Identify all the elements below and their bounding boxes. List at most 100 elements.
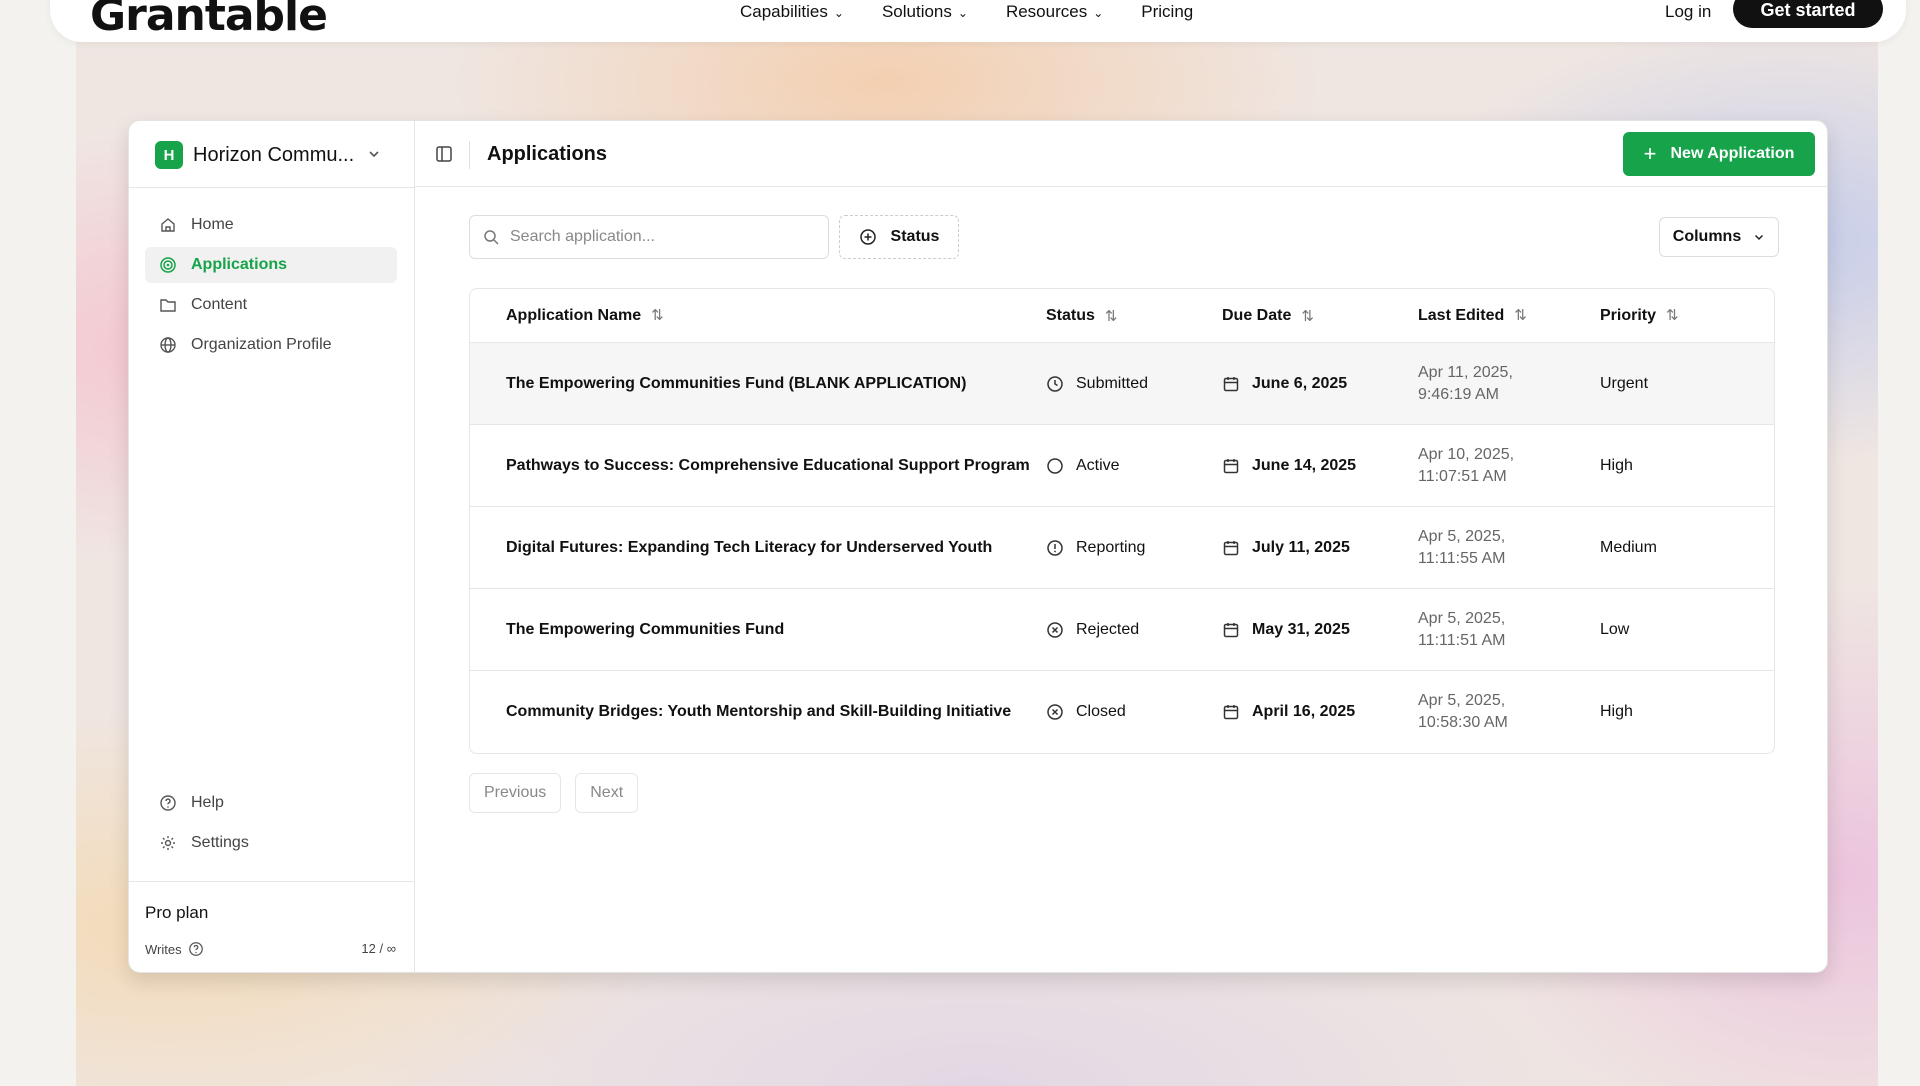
last-edited-cell: Apr 5, 2025, 10:58:30 AM xyxy=(1418,692,1508,731)
page-title: Applications xyxy=(487,143,608,165)
plus-icon: + xyxy=(1643,141,1657,166)
circle-icon xyxy=(1047,457,1063,474)
column-header-due-date[interactable]: Due Date ⇅ xyxy=(1222,307,1418,325)
table-header: Application Name ⇅ Status ⇅ Due Date ⇅ Last… xyxy=(470,289,1774,343)
chevron-down-icon: ⌄ xyxy=(1093,6,1104,20)
status-cell: Submitted xyxy=(1046,375,1222,393)
priority-cell: High xyxy=(1600,703,1633,720)
pagination: Previous Next xyxy=(469,773,639,813)
sidebar-nav: Home Applications Content Organization P… xyxy=(145,207,397,367)
table-row[interactable]: Pathways to Success: Comprehensive Educa… xyxy=(470,425,1774,507)
sidebar: H Horizon Commu... Home Applications Con… xyxy=(129,121,415,972)
plan-title: Pro plan xyxy=(145,903,209,922)
priority-cell: Low xyxy=(1600,620,1630,638)
applications-table: Application Name ⇅ Status ⇅ Due Date ⇅ Last… xyxy=(469,288,1775,754)
sidebar-item-organization-profile[interactable]: Organization Profile xyxy=(145,327,397,363)
login-link[interactable]: Log in xyxy=(1665,2,1711,22)
priority-cell: Medium xyxy=(1600,538,1657,556)
app-window: H Horizon Commu... Home Applications Con… xyxy=(128,120,1828,973)
sidebar-item-content[interactable]: Content xyxy=(145,287,397,323)
clock-icon xyxy=(1047,375,1063,392)
folder-icon xyxy=(160,299,176,312)
application-name[interactable]: Pathways to Success: Comprehensive Educa… xyxy=(470,457,1046,475)
sidebar-toggle-icon[interactable] xyxy=(435,145,453,168)
brand-logo[interactable]: Grantable xyxy=(90,0,328,41)
divider xyxy=(129,187,415,188)
last-edited-cell: Apr 11, 2025, 9:46:19 AM xyxy=(1418,363,1513,403)
sidebar-item-label: Home xyxy=(191,216,234,233)
calendar-icon xyxy=(1223,376,1239,391)
application-name[interactable]: The Empowering Communities Fund (BLANK A… xyxy=(470,375,1046,393)
sidebar-bottom-nav: Help Settings xyxy=(145,785,397,865)
chevron-down-icon xyxy=(1755,234,1764,241)
last-edited-cell: Apr 5, 2025, 11:11:55 AM xyxy=(1418,527,1506,567)
search-box xyxy=(469,215,829,259)
calendar-icon xyxy=(1223,458,1239,473)
site-header: Grantable Capabilities ⌄ Solutions ⌄ Resou… xyxy=(50,0,1906,42)
main-content: Applications + New Application Status Co… xyxy=(415,121,1827,972)
nav-solutions[interactable]: Solutions ⌄ xyxy=(882,2,968,22)
column-header-last-edited[interactable]: Last Edited ⇅ xyxy=(1418,305,1600,327)
table-row[interactable]: The Empowering Communities Fund Rejected… xyxy=(470,589,1774,671)
target-icon xyxy=(160,257,176,273)
sidebar-item-settings[interactable]: Settings xyxy=(145,825,397,861)
column-header-name[interactable]: Application Name ⇅ xyxy=(470,306,1046,325)
previous-button[interactable]: Previous xyxy=(469,773,562,813)
calendar-icon xyxy=(1223,622,1239,637)
chevron-down-icon: ⌄ xyxy=(833,6,844,20)
search-input[interactable] xyxy=(510,228,810,246)
status-cell: Closed xyxy=(1046,703,1222,721)
nav-pricing[interactable]: Pricing xyxy=(1141,2,1193,22)
table-row[interactable]: Digital Futures: Expanding Tech Literacy… xyxy=(470,507,1774,589)
column-header-priority[interactable]: Priority ⇅ xyxy=(1600,306,1740,325)
due-date-cell: June 6, 2025 xyxy=(1222,375,1418,393)
priority-cell: High xyxy=(1600,456,1633,474)
sort-icon[interactable]: ⇅ xyxy=(1105,307,1118,325)
help-icon xyxy=(160,795,176,811)
org-switcher[interactable]: H Horizon Commu... xyxy=(155,141,354,169)
sidebar-item-label: Content xyxy=(191,296,248,313)
table-row[interactable]: The Empowering Communities Fund (BLANK A… xyxy=(470,343,1774,425)
sidebar-item-label: Settings xyxy=(191,834,249,851)
info-icon xyxy=(1047,539,1063,556)
sort-icon[interactable]: ⇅ xyxy=(1666,307,1679,324)
columns-button[interactable]: Columns xyxy=(1659,217,1779,257)
nav-capabilities[interactable]: Capabilities ⌄ xyxy=(740,2,844,22)
table-row[interactable]: Community Bridges: Youth Mentorship and … xyxy=(470,671,1774,753)
column-header-status[interactable]: Status ⇅ xyxy=(1046,307,1222,325)
nav-resources[interactable]: Resources ⌄ xyxy=(1006,2,1103,22)
org-name: Horizon Commu... xyxy=(193,143,355,166)
sort-icon[interactable]: ⇅ xyxy=(1514,307,1527,324)
next-button[interactable]: Next xyxy=(575,773,639,813)
sidebar-item-label: Applications xyxy=(191,256,288,273)
help-icon[interactable] xyxy=(188,941,204,957)
divider xyxy=(469,141,470,169)
priority-cell: Urgent xyxy=(1600,374,1649,392)
globe-icon xyxy=(160,337,176,353)
application-name[interactable]: Community Bridges: Youth Mentorship and … xyxy=(470,703,1046,721)
last-edited-cell: Apr 5, 2025, 11:11:51 AM xyxy=(1418,609,1506,649)
plus-circle-icon xyxy=(859,229,876,245)
sidebar-item-applications[interactable]: Applications xyxy=(145,247,397,283)
calendar-icon xyxy=(1223,540,1239,555)
sort-icon[interactable]: ⇅ xyxy=(651,307,664,324)
sidebar-item-home[interactable]: Home xyxy=(145,207,397,243)
gear-icon xyxy=(161,836,175,850)
status-cell: Rejected xyxy=(1046,621,1222,639)
application-name[interactable]: Digital Futures: Expanding Tech Literacy… xyxy=(470,539,1046,557)
site-nav: Capabilities ⌄ Solutions ⌄ Resources ⌄ Pric… xyxy=(740,2,1193,22)
application-name[interactable]: The Empowering Communities Fund xyxy=(470,621,1046,639)
due-date-cell: April 16, 2025 xyxy=(1222,703,1418,721)
status-filter-button[interactable]: Status xyxy=(839,215,959,259)
sidebar-item-label: Organization Profile xyxy=(191,336,332,353)
x-circle-icon xyxy=(1047,621,1063,638)
writes-count: 12 / ∞ xyxy=(361,941,396,956)
due-date-cell: June 14, 2025 xyxy=(1222,457,1418,475)
sort-icon[interactable]: ⇅ xyxy=(1301,307,1314,325)
new-application-button[interactable]: + New Application xyxy=(1623,132,1815,176)
calendar-icon xyxy=(1223,705,1239,720)
chevron-down-icon[interactable] xyxy=(367,147,381,164)
sidebar-item-help[interactable]: Help xyxy=(145,785,397,821)
status-cell: Active xyxy=(1046,457,1222,475)
get-started-button[interactable]: Get started xyxy=(1733,0,1883,28)
